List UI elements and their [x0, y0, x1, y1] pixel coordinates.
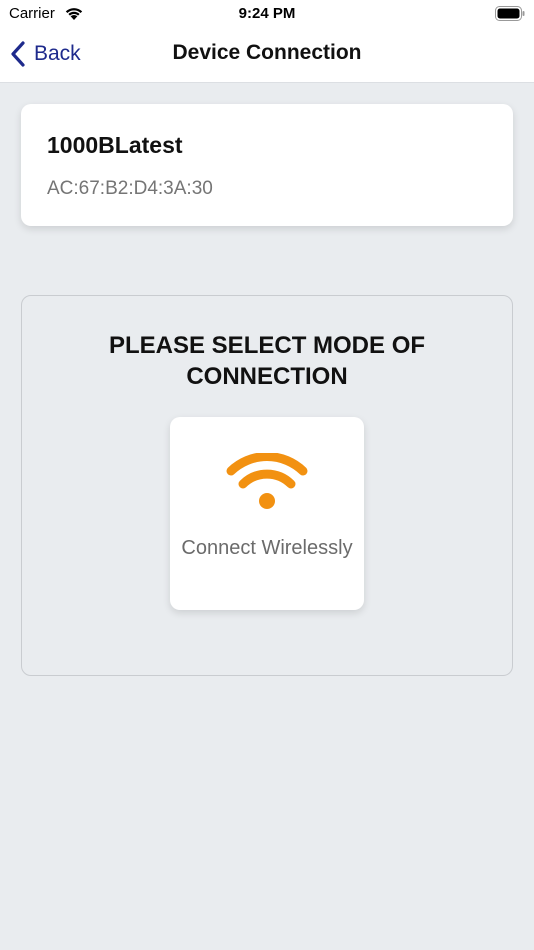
mode-heading: PLEASE SELECT MODE OF CONNECTION [108, 332, 426, 390]
status-time: 9:24 PM [238, 5, 296, 22]
connect-wirelessly-button[interactable]: Connect Wirelessly [170, 417, 364, 610]
device-connection-screen: Carrier 9:24 PM Back Device Connection 1… [0, 0, 534, 950]
status-bar: Carrier 9:24 PM [0, 0, 534, 28]
page-title: Device Connection [172, 41, 362, 64]
device-card: 1000BLatest AC:67:B2:D4:3A:30 [21, 104, 513, 226]
wifi-icon [226, 453, 308, 509]
connection-mode-panel: PLEASE SELECT MODE OF CONNECTION Connect… [21, 295, 513, 676]
navigation-bar: Back Device Connection [0, 28, 534, 83]
device-mac-address: AC:67:B2:D4:3A:30 [47, 178, 213, 199]
battery-icon [495, 6, 525, 21]
connect-wirelessly-label: Connect Wirelessly [181, 537, 353, 559]
device-name: 1000BLatest [47, 132, 183, 158]
